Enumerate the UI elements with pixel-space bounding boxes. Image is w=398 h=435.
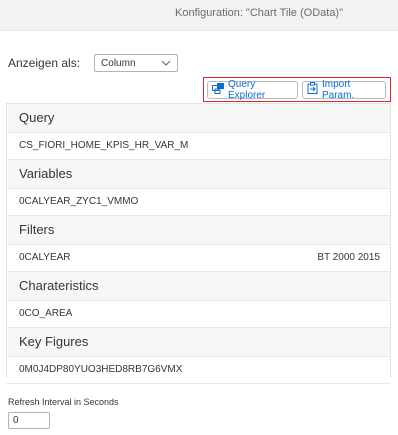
display-as-label: Anzeigen als: <box>8 56 81 70</box>
query-toolbar: Query Explorer Import Param. <box>203 77 391 102</box>
section-title-key-figures: Key Figures <box>7 328 390 356</box>
display-as-selected-value: Column <box>101 57 136 69</box>
section-value-key-figures[interactable]: 0M0J4DP80YUO3HED8RB7G6VMX <box>7 356 390 384</box>
charateristics-value: 0CO_AREA <box>19 308 73 319</box>
key-figures-value: 0M0J4DP80YUO3HED8RB7G6VMX <box>19 364 183 375</box>
query-explorer-icon <box>212 82 228 97</box>
dialog-header: Konfiguration: "Chart Tile (OData)" <box>0 0 398 31</box>
refresh-interval-input[interactable] <box>8 412 50 429</box>
filters-value: 0CALYEAR <box>19 252 71 263</box>
query-details-panel: Query CS_FIORI_HOME_KPIS_HR_VAR_M Variab… <box>6 103 391 384</box>
display-as-select[interactable]: Column <box>94 54 179 72</box>
section-title-variables: Variables <box>7 160 390 188</box>
query-explorer-label: Query Explorer <box>228 78 266 101</box>
dialog-title: Konfiguration: "Chart Tile (OData)" <box>175 7 343 19</box>
query-value: CS_FIORI_HOME_KPIS_HR_VAR_M <box>19 140 189 151</box>
query-explorer-button[interactable]: Query Explorer <box>207 78 298 101</box>
chevron-down-icon <box>161 58 171 69</box>
import-params-label: Import Param. <box>322 78 355 101</box>
refresh-interval-label: Refresh Interval in Seconds <box>8 397 119 407</box>
section-title-query: Query <box>7 104 390 132</box>
filters-extra: BT 2000 2015 <box>317 252 380 263</box>
import-params-button[interactable]: Import Param. <box>302 78 386 101</box>
display-as-row: Anzeigen als: Column <box>8 52 179 74</box>
section-title-filters: Filters <box>7 216 390 244</box>
section-value-charateristics[interactable]: 0CO_AREA <box>7 300 390 328</box>
section-value-query[interactable]: CS_FIORI_HOME_KPIS_HR_VAR_M <box>7 132 390 160</box>
section-value-filters[interactable]: 0CALYEAR BT 2000 2015 <box>7 244 390 272</box>
variables-value: 0CALYEAR_ZYC1_VMMO <box>19 196 139 207</box>
clipboard-import-icon <box>307 82 322 97</box>
section-title-charateristics: Charateristics <box>7 272 390 300</box>
section-value-variables[interactable]: 0CALYEAR_ZYC1_VMMO <box>7 188 390 216</box>
